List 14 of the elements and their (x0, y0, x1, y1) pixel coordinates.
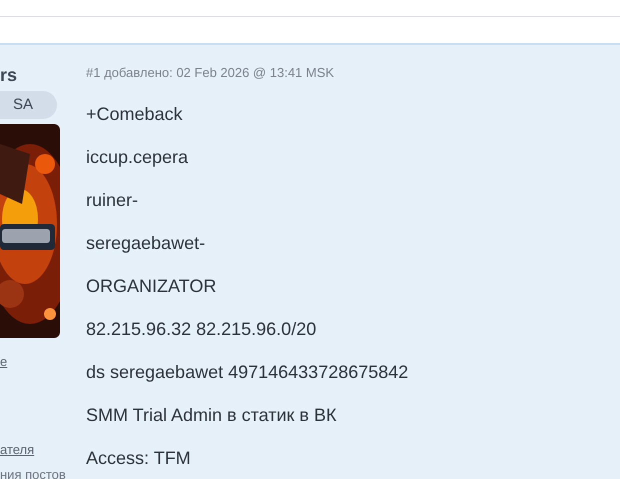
profile-link[interactable]: e (0, 352, 62, 372)
post-text-line: ds seregaebawet 497146433728675842 (86, 360, 408, 384)
profile-link[interactable]: ателя (0, 440, 62, 459)
post-text-line: SMM Trial Admin в статик в ВК (86, 404, 338, 426)
post-text-line: Access: TFM (86, 446, 192, 470)
role-badge: SA (0, 91, 57, 119)
post-text-line: 82.215.96.32 82.215.96.0/20 (86, 318, 318, 340)
post-text-line: iccup.cepera (86, 146, 190, 168)
post-text-line: +Comeback (86, 102, 184, 126)
post-header: #1 добавлено: 02 Feb 2026 @ 13:41 MSK (86, 64, 336, 82)
post-text-line: ruiner- (86, 188, 140, 212)
post-text-line: seregaebawet- (86, 232, 206, 254)
author-name[interactable]: rs (0, 63, 62, 87)
post-text-line: ORGANIZATOR (86, 274, 218, 298)
